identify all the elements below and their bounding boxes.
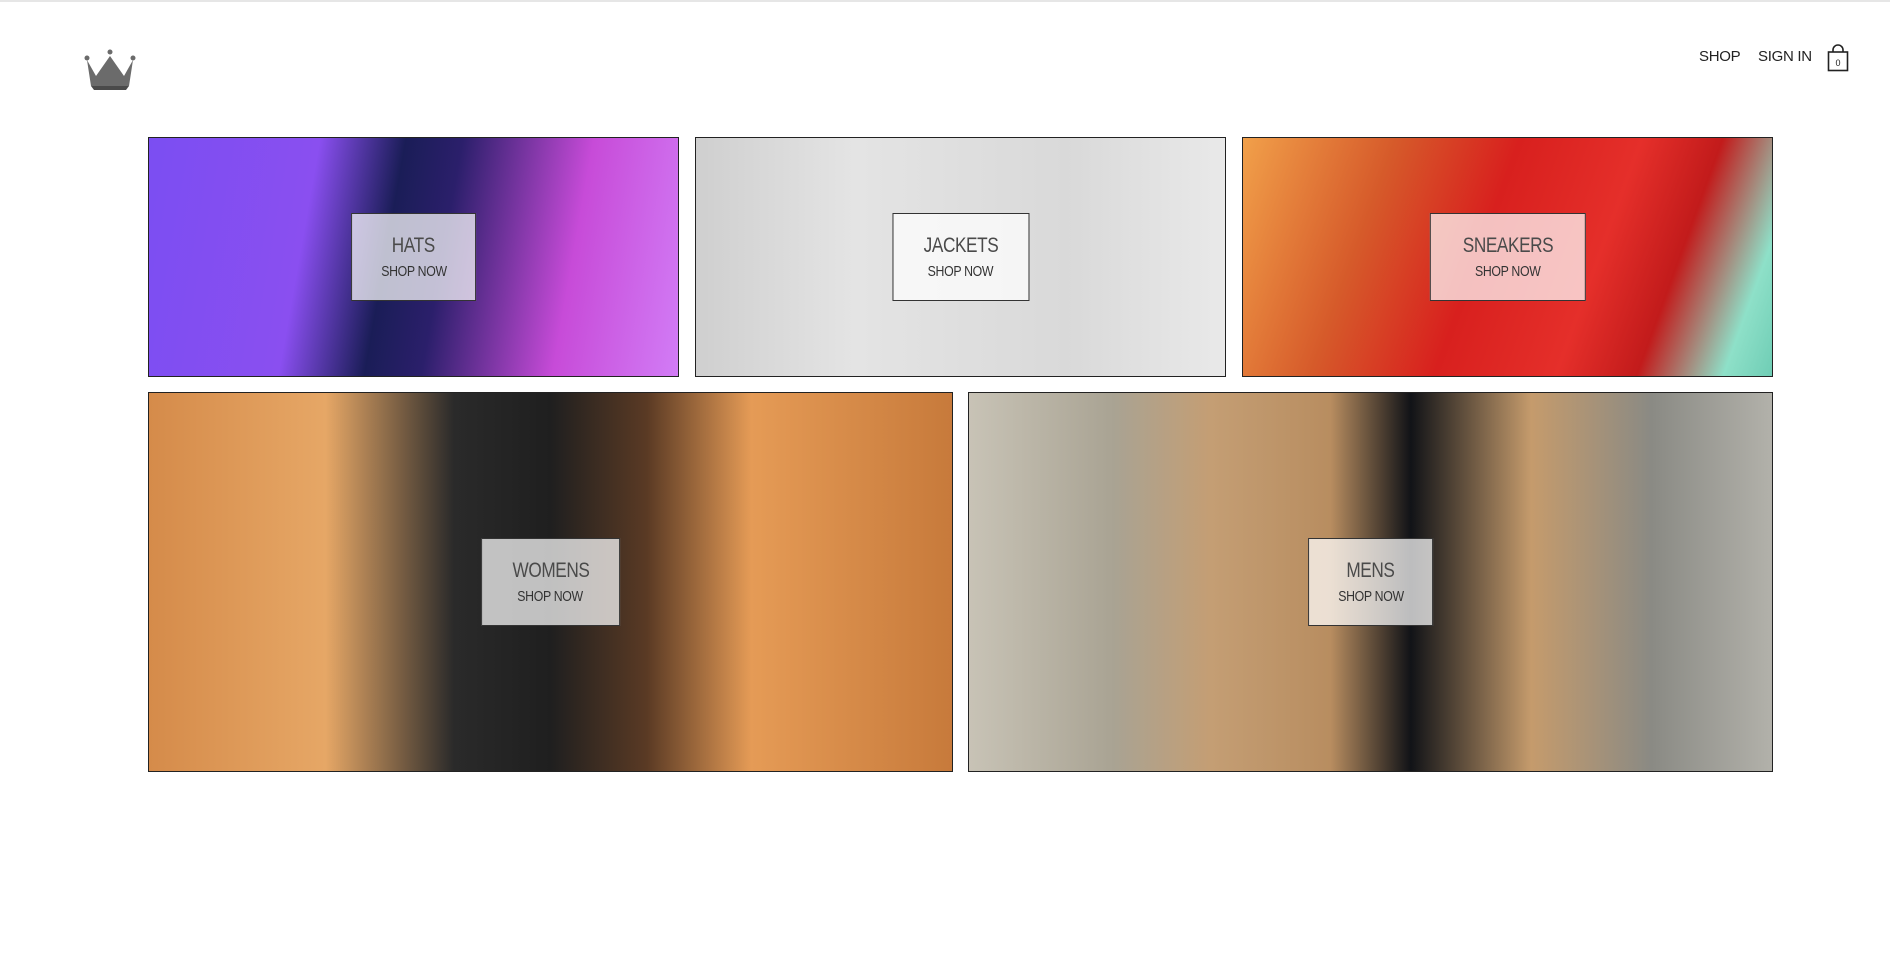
category-tile-womens[interactable]: WOMENS SHOP NOW bbox=[148, 392, 953, 772]
category-label-box[interactable]: MENS SHOP NOW bbox=[1307, 538, 1434, 626]
shop-now-text: SHOP NOW bbox=[1337, 588, 1404, 605]
category-title: HATS bbox=[391, 234, 435, 257]
category-tile-jackets[interactable]: JACKETS SHOP NOW bbox=[695, 137, 1226, 377]
category-tile-mens[interactable]: MENS SHOP NOW bbox=[968, 392, 1773, 772]
nav-shop-link[interactable]: SHOP bbox=[1699, 48, 1741, 65]
category-tile-sneakers[interactable]: SNEAKERS SHOP NOW bbox=[1242, 137, 1773, 377]
category-label-box[interactable]: HATS SHOP NOW bbox=[350, 213, 477, 301]
shop-now-text: SHOP NOW bbox=[1474, 263, 1541, 280]
shop-now-text: SHOP NOW bbox=[517, 588, 584, 605]
category-label-box[interactable]: WOMENS SHOP NOW bbox=[480, 538, 621, 626]
shopping-bag-icon: 0 bbox=[1827, 44, 1849, 72]
category-tile-hats[interactable]: HATS SHOP NOW bbox=[148, 137, 679, 377]
category-title: JACKETS bbox=[923, 234, 998, 257]
category-label-box[interactable]: SNEAKERS SHOP NOW bbox=[1429, 213, 1586, 301]
site-header bbox=[0, 2, 1890, 122]
crown-icon bbox=[84, 49, 136, 90]
logo-link[interactable] bbox=[84, 46, 136, 90]
shop-now-text: SHOP NOW bbox=[927, 263, 994, 280]
category-label-box[interactable]: JACKETS SHOP NOW bbox=[891, 213, 1030, 301]
shop-now-text: SHOP NOW bbox=[380, 263, 447, 280]
category-title: WOMENS bbox=[512, 559, 589, 582]
category-title: MENS bbox=[1346, 559, 1395, 582]
cart-count: 0 bbox=[1835, 58, 1840, 68]
cart-button[interactable]: 0 bbox=[1826, 44, 1850, 72]
category-title: SNEAKERS bbox=[1462, 234, 1553, 257]
nav-signin-link[interactable]: SIGN IN bbox=[1758, 48, 1812, 65]
